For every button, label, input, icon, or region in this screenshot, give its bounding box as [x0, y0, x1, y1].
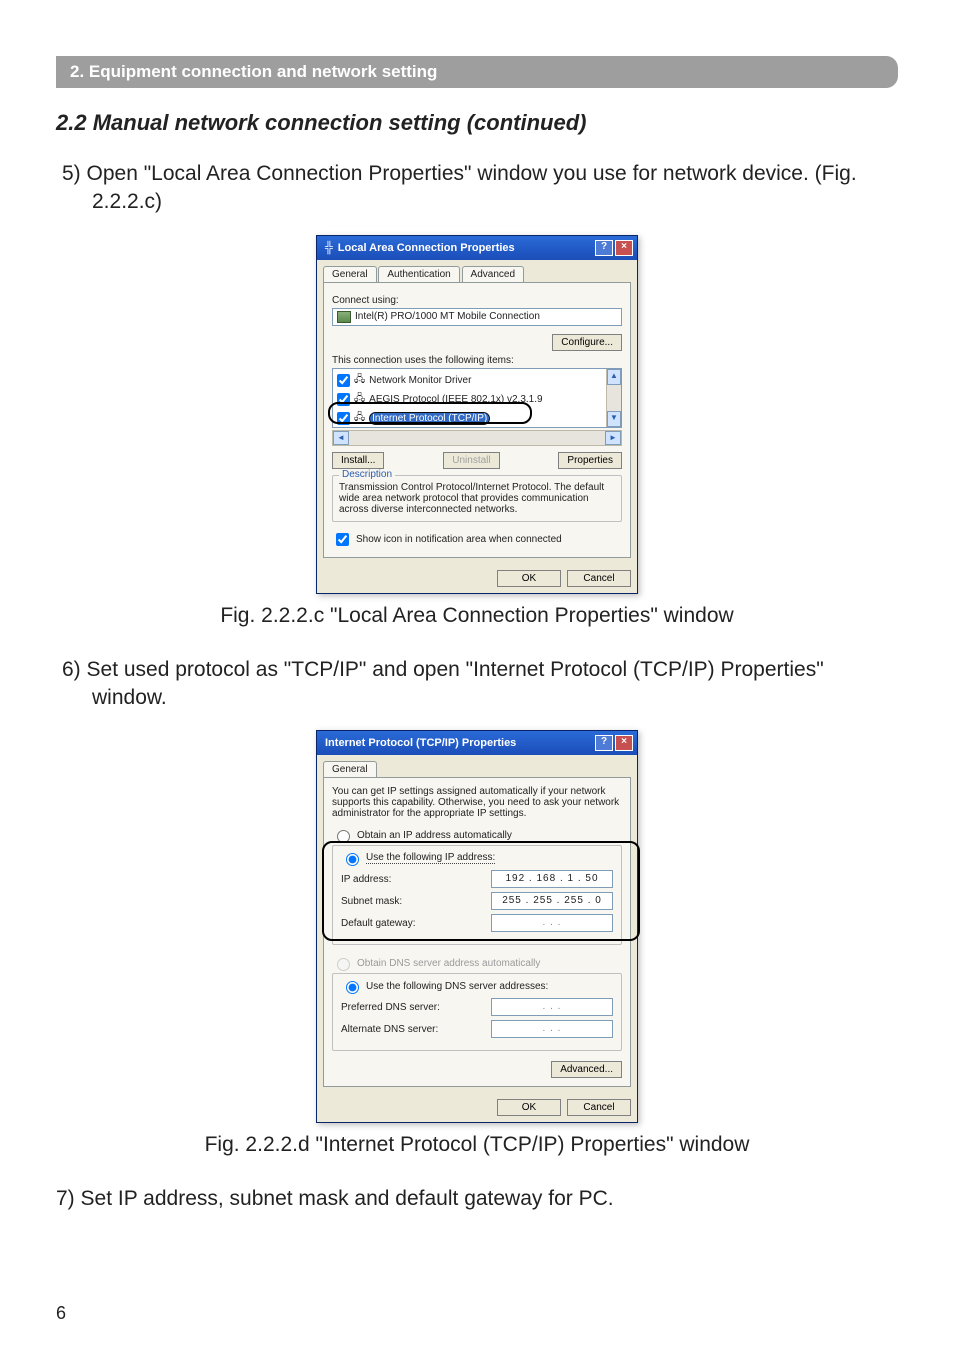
dialog-titlebar: Internet Protocol (TCP/IP) Properties ? …: [317, 731, 637, 755]
help-icon[interactable]: ?: [595, 240, 613, 256]
dialog-titlebar: ╬Local Area Connection Properties ? ×: [317, 236, 637, 260]
advanced-button[interactable]: Advanced...: [551, 1061, 622, 1078]
dialog-title: Internet Protocol (TCP/IP) Properties: [325, 737, 516, 749]
description-title: Description: [339, 469, 395, 480]
tab-general[interactable]: General: [323, 266, 377, 282]
list-item-label: AEGIS Protocol (IEEE 802.1x) v2.3.1.9: [369, 394, 542, 405]
preferred-dns-field[interactable]: . . .: [491, 998, 613, 1016]
default-gateway-label: Default gateway:: [341, 918, 416, 929]
tab-general[interactable]: General: [323, 761, 377, 777]
scroll-down-icon[interactable]: ▼: [607, 411, 621, 427]
list-item[interactable]: 🖧 Internet Protocol (TCP/IP): [333, 409, 606, 428]
properties-button[interactable]: Properties: [558, 452, 622, 469]
ok-button[interactable]: OK: [497, 1099, 561, 1116]
scroll-left-icon[interactable]: ◄: [333, 431, 349, 445]
connect-using-label: Connect using:: [332, 295, 622, 306]
step-6-text: 6) Set used protocol as "TCP/IP" and ope…: [56, 656, 898, 713]
list-item-label-selected: Internet Protocol (TCP/IP): [369, 412, 490, 425]
vertical-scrollbar[interactable]: ▲ ▼: [606, 369, 621, 427]
ip-address-label: IP address:: [341, 874, 391, 885]
description-text: Transmission Control Protocol/Internet P…: [339, 482, 615, 515]
uninstall-button: Uninstall: [443, 452, 499, 469]
obtain-ip-auto-label: Obtain an IP address automatically: [357, 830, 512, 841]
protocol-icon: 🖧: [354, 372, 365, 389]
tab-strip: General: [317, 755, 637, 777]
tab-strip: General Authentication Advanced: [317, 260, 637, 282]
install-button[interactable]: Install...: [332, 452, 384, 469]
tab-authentication[interactable]: Authentication: [378, 266, 459, 282]
figure-d-caption: Fig. 2.2.2.d "Internet Protocol (TCP/IP)…: [56, 1133, 898, 1157]
use-following-ip-label: Use the following IP address:: [366, 852, 495, 864]
local-area-connection-dialog: ╬Local Area Connection Properties ? × Ge…: [316, 235, 638, 594]
tcpip-properties-dialog: Internet Protocol (TCP/IP) Properties ? …: [316, 730, 638, 1123]
close-icon[interactable]: ×: [615, 240, 633, 256]
help-icon[interactable]: ?: [595, 735, 613, 751]
use-following-dns-radio[interactable]: [346, 981, 359, 994]
cancel-button[interactable]: Cancel: [567, 1099, 631, 1116]
intro-text: You can get IP settings assigned automat…: [332, 786, 622, 819]
page-number: 6: [56, 1303, 66, 1324]
alternate-dns-field[interactable]: . . .: [491, 1020, 613, 1038]
list-item-checkbox[interactable]: [337, 393, 350, 406]
figure-c-caption: Fig. 2.2.2.c "Local Area Connection Prop…: [56, 604, 898, 628]
protocol-listbox[interactable]: 🖧 Network Monitor Driver 🖧 AEGIS Protoco…: [332, 368, 622, 428]
tab-panel-general: Connect using: Intel(R) PRO/1000 MT Mobi…: [323, 282, 631, 558]
list-item-checkbox[interactable]: [337, 412, 350, 425]
preferred-dns-label: Preferred DNS server:: [341, 1002, 440, 1013]
use-following-ip-radio[interactable]: [346, 853, 359, 866]
subnet-mask-label: Subnet mask:: [341, 896, 402, 907]
description-group: Description Transmission Control Protoco…: [332, 475, 622, 522]
protocol-icon: 🖧: [354, 410, 365, 427]
step-7-text: 7) Set IP address, subnet mask and defau…: [56, 1185, 898, 1213]
use-following-dns-label: Use the following DNS server addresses:: [366, 981, 548, 992]
manual-ip-group: Use the following IP address: IP address…: [332, 845, 622, 945]
step-5-text: 5) Open "Local Area Connection Propertie…: [56, 160, 898, 217]
scroll-right-icon[interactable]: ►: [605, 431, 621, 445]
tab-advanced[interactable]: Advanced: [462, 266, 524, 282]
section-ribbon: 2. Equipment connection and network sett…: [56, 56, 898, 88]
close-icon[interactable]: ×: [615, 735, 633, 751]
obtain-dns-auto-radio: [337, 958, 350, 971]
adapter-name: Intel(R) PRO/1000 MT Mobile Connection: [355, 311, 540, 322]
adapter-field: Intel(R) PRO/1000 MT Mobile Connection: [332, 308, 622, 326]
list-item-label: Network Monitor Driver: [369, 375, 471, 386]
default-gateway-field[interactable]: . . .: [491, 914, 613, 932]
subnet-mask-field[interactable]: 255 . 255 . 255 . 0: [491, 892, 613, 910]
items-label: This connection uses the following items…: [332, 355, 622, 366]
dialog-title: ╬Local Area Connection Properties: [325, 242, 515, 254]
list-item-checkbox[interactable]: [337, 374, 350, 387]
manual-dns-group: Use the following DNS server addresses: …: [332, 973, 622, 1051]
network-adapter-icon: [337, 311, 351, 323]
list-item[interactable]: 🖧 Network Monitor Driver: [333, 371, 606, 390]
scroll-up-icon[interactable]: ▲: [607, 369, 621, 385]
alternate-dns-label: Alternate DNS server:: [341, 1024, 438, 1035]
cancel-button[interactable]: Cancel: [567, 570, 631, 587]
subsection-heading: 2.2 Manual network connection setting (c…: [56, 110, 898, 136]
show-icon-label: Show icon in notification area when conn…: [356, 534, 562, 545]
obtain-dns-auto-label: Obtain DNS server address automatically: [357, 958, 540, 969]
ip-address-field[interactable]: 192 . 168 . 1 . 50: [491, 870, 613, 888]
show-icon-checkbox[interactable]: [336, 533, 349, 546]
horizontal-scrollbar[interactable]: ◄ ►: [332, 430, 622, 446]
obtain-ip-auto-radio[interactable]: [337, 830, 350, 843]
tab-panel-general: You can get IP settings assigned automat…: [323, 777, 631, 1087]
ok-button[interactable]: OK: [497, 570, 561, 587]
configure-button[interactable]: Configure...: [552, 334, 622, 351]
protocol-icon: 🖧: [354, 391, 365, 408]
list-item[interactable]: 🖧 AEGIS Protocol (IEEE 802.1x) v2.3.1.9: [333, 390, 606, 409]
